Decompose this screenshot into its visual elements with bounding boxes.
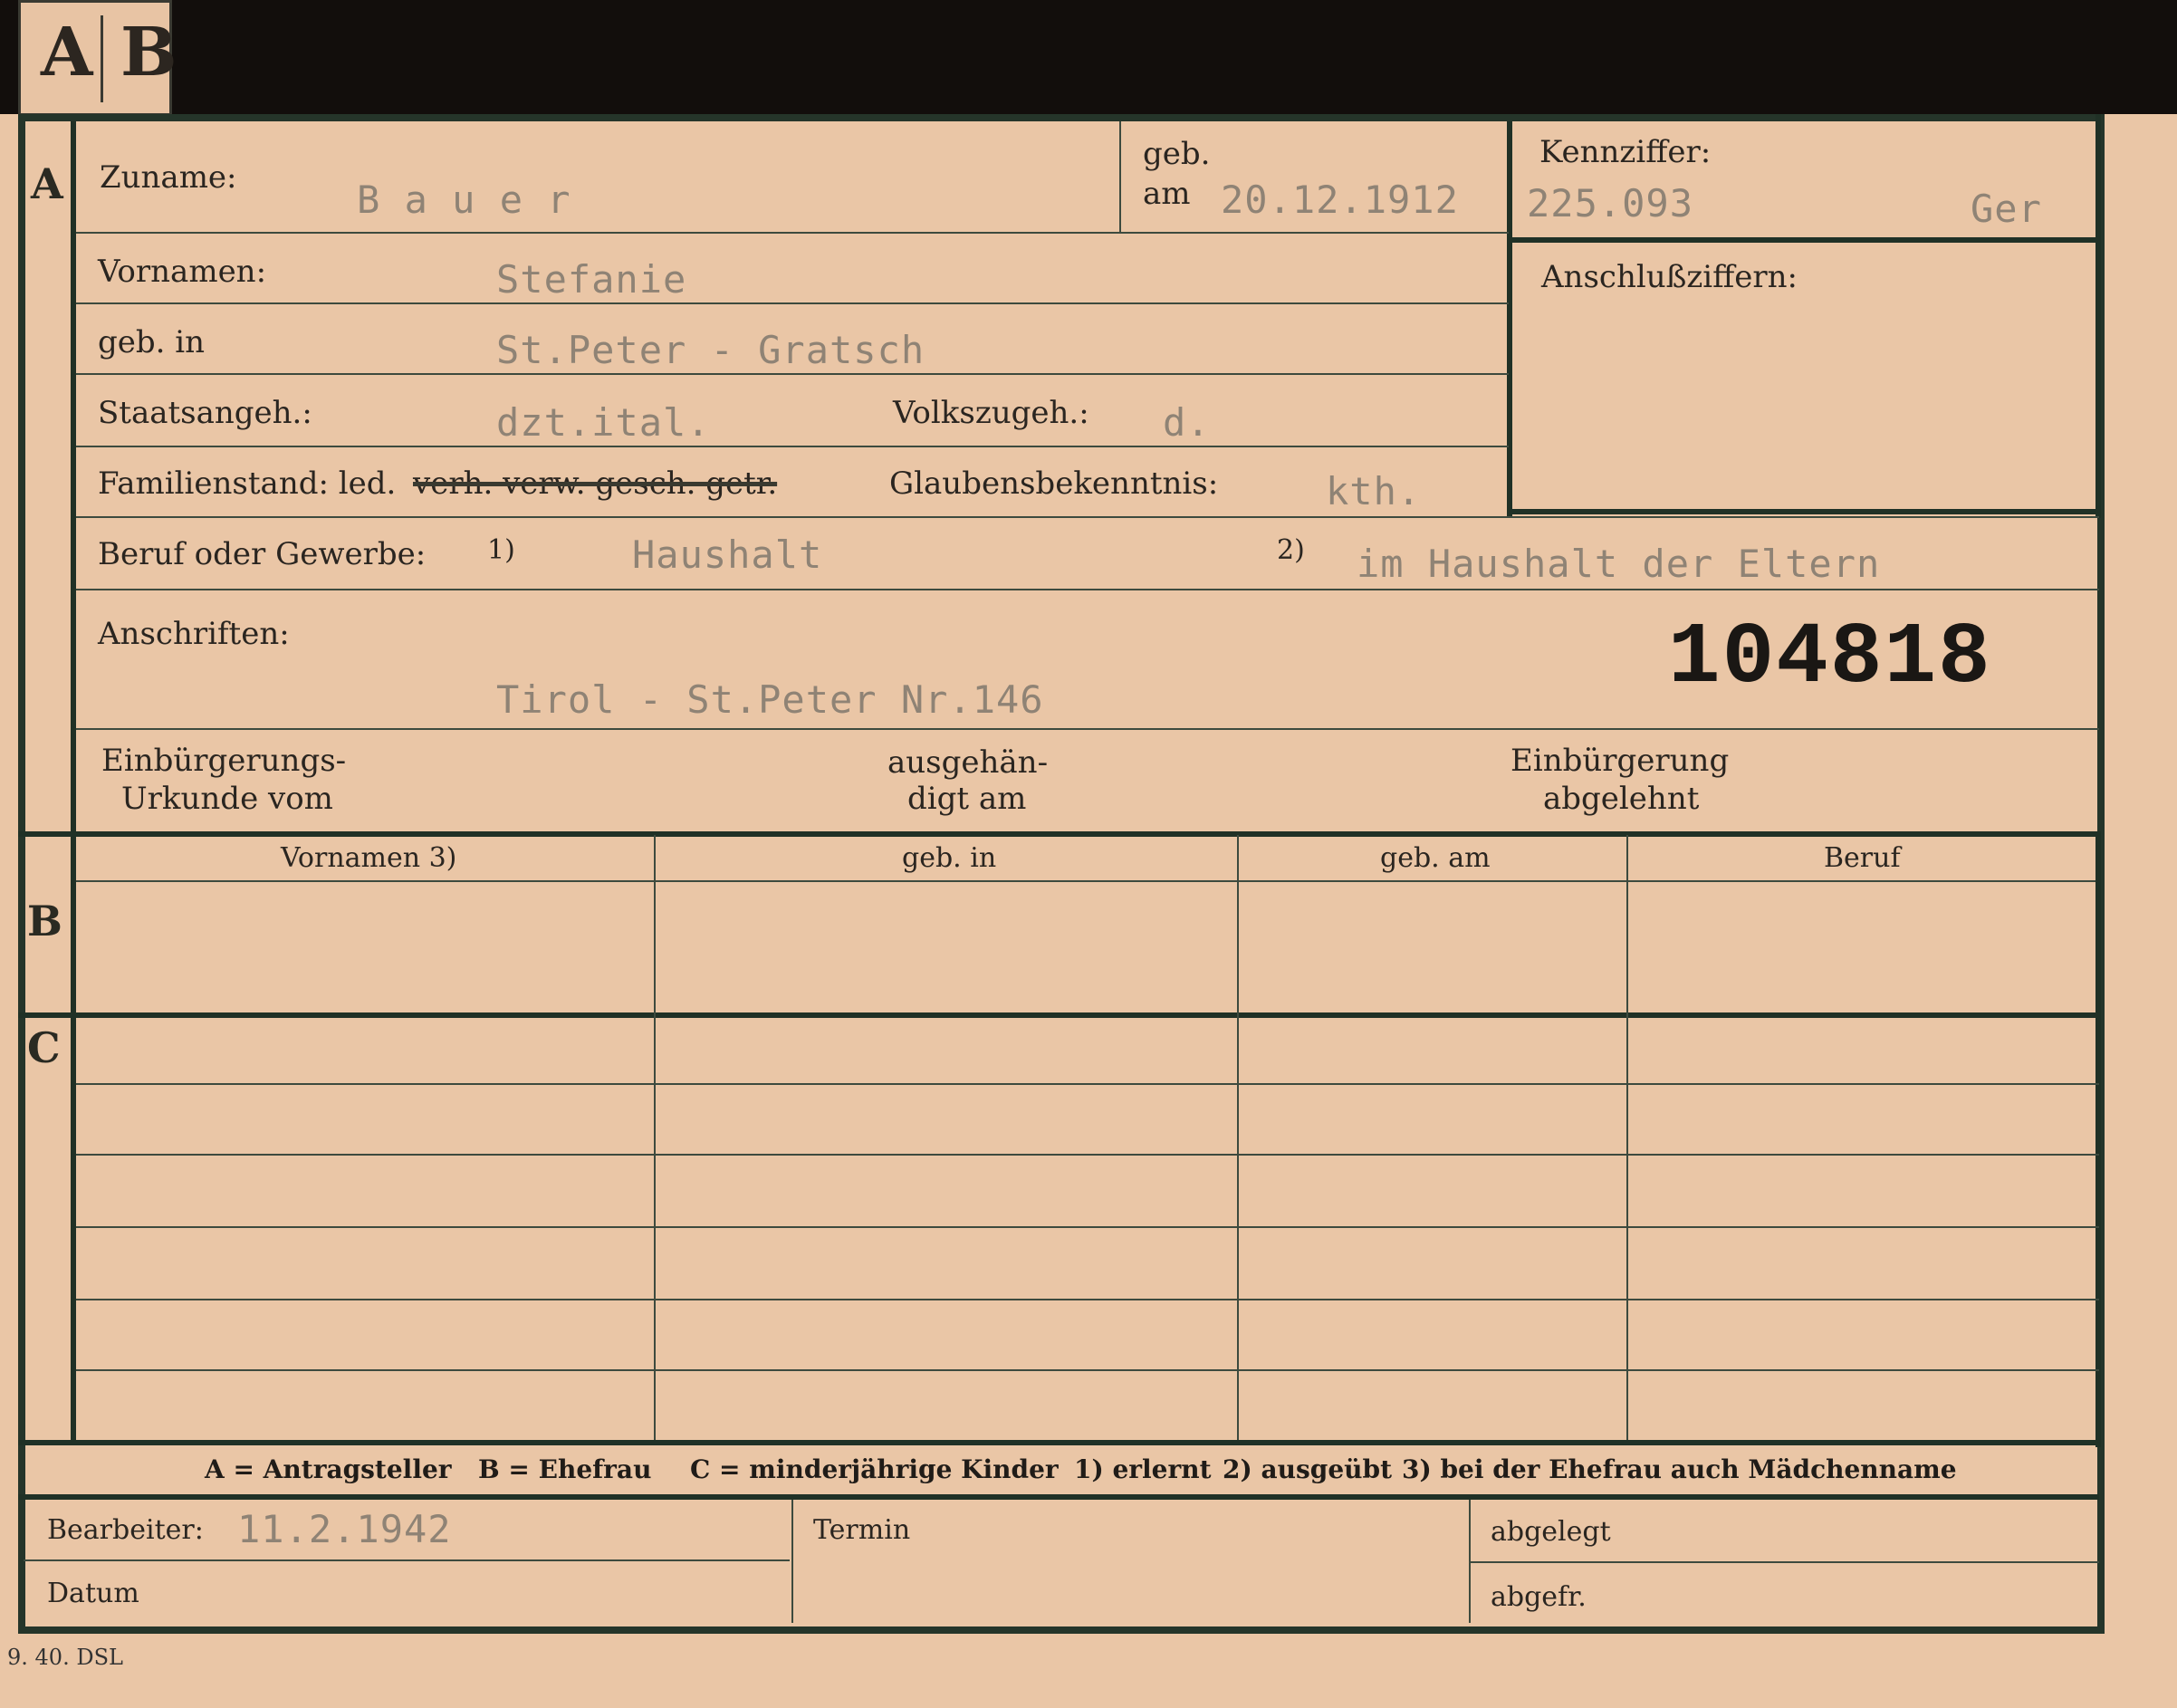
date-label: Datum (47, 1578, 139, 1609)
occupation-label: Beruf oder Gewerbe: (98, 536, 427, 572)
deadline-label: Termin (813, 1514, 911, 1546)
section-c-label: C (27, 1023, 61, 1072)
born-on-value: 20.12.1912 (1221, 178, 1459, 222)
surname-value: B a u e r (357, 178, 571, 222)
print-code: 9. 40. DSL (7, 1645, 123, 1670)
born-in-label: geb. in (98, 324, 206, 360)
legend-note-2: 2) ausgeübt (1223, 1454, 1393, 1484)
naturalization-refused-label-1: Einbürgerung (1510, 743, 1730, 779)
first-names-label: Vornamen: (98, 254, 267, 290)
first-names-value: Stefanie (496, 257, 687, 302)
born-on-label-1: geb. (1143, 136, 1211, 172)
section-a-label: A (31, 159, 63, 208)
followup-codes-label: Anschlußziffern: (1541, 259, 1798, 295)
naturalization-refused-label-2: abgelehnt (1543, 781, 1700, 817)
col-header-born-on: geb. am (1380, 842, 1491, 874)
marital-status-label: Familienstand: led. (98, 465, 397, 502)
handed-over-label-1: ausgehän- (887, 744, 1049, 781)
ethnicity-label: Volkszugeh.: (893, 395, 1089, 431)
top-dark-band (0, 0, 2177, 114)
code-label: Kennziffer: (1539, 134, 1712, 170)
section-b-label: B (27, 897, 62, 945)
marital-status-struck: verh. verw. gesch. getr. (413, 465, 778, 502)
religion-value: kth. (1326, 469, 1422, 513)
naturalization-cert-label-2: Urkunde vom (121, 781, 333, 817)
surname-label: Zuname: (100, 159, 237, 196)
occupation-note-2: 2) (1277, 534, 1305, 566)
legend-note-1: 1) erlernt (1074, 1454, 1212, 1484)
tab-letter-b: B (120, 14, 177, 91)
processor-label: Bearbeiter: (47, 1514, 204, 1546)
religion-label: Glaubensbekenntnis: (889, 465, 1219, 502)
legend-note-3: 3) bei der Ehefrau auch Mädchenname (1402, 1454, 1957, 1484)
col-header-occupation: Beruf (1824, 842, 1901, 874)
col-header-first-names: Vornamen 3) (281, 842, 457, 874)
ethnicity-value: d. (1163, 400, 1211, 445)
index-tab: A B (18, 0, 177, 116)
born-in-value: St.Peter - Gratsch (496, 328, 925, 372)
address-label: Anschriften: (98, 616, 290, 652)
col-header-born-in: geb. in (902, 842, 997, 874)
occupation-note-1: 1) (487, 534, 515, 566)
occupation-learned-value: Haushalt (632, 533, 823, 577)
naturalization-cert-label-1: Einbürgerungs- (101, 743, 347, 779)
handed-over-label-2: digt am (907, 781, 1027, 817)
registration-card (18, 114, 2105, 1634)
address-value: Tirol - St.Peter Nr.146 (496, 677, 1044, 722)
processor-date-value: 11.2.1942 (237, 1507, 452, 1551)
citizenship-value: dzt.ital. (496, 400, 711, 445)
occupation-practiced-value: im Haushalt der Eltern (1357, 542, 1881, 586)
legend-b: B = Ehefrau (478, 1454, 652, 1484)
code-suffix: Ger (1971, 187, 2042, 231)
legend-c: C = minderjährige Kinder (690, 1454, 1059, 1484)
stamp-number: 104818 (1668, 609, 1992, 707)
citizenship-label: Staatsangeh.: (98, 395, 312, 431)
tab-letter-a: A (41, 14, 93, 91)
sent-label: abgefr. (1491, 1581, 1587, 1613)
born-on-label-2: am (1143, 176, 1191, 212)
legend-a: A = Antragsteller (205, 1454, 452, 1484)
code-value: 225.093 (1527, 181, 1694, 225)
filed-label: abgelegt (1491, 1516, 1611, 1548)
